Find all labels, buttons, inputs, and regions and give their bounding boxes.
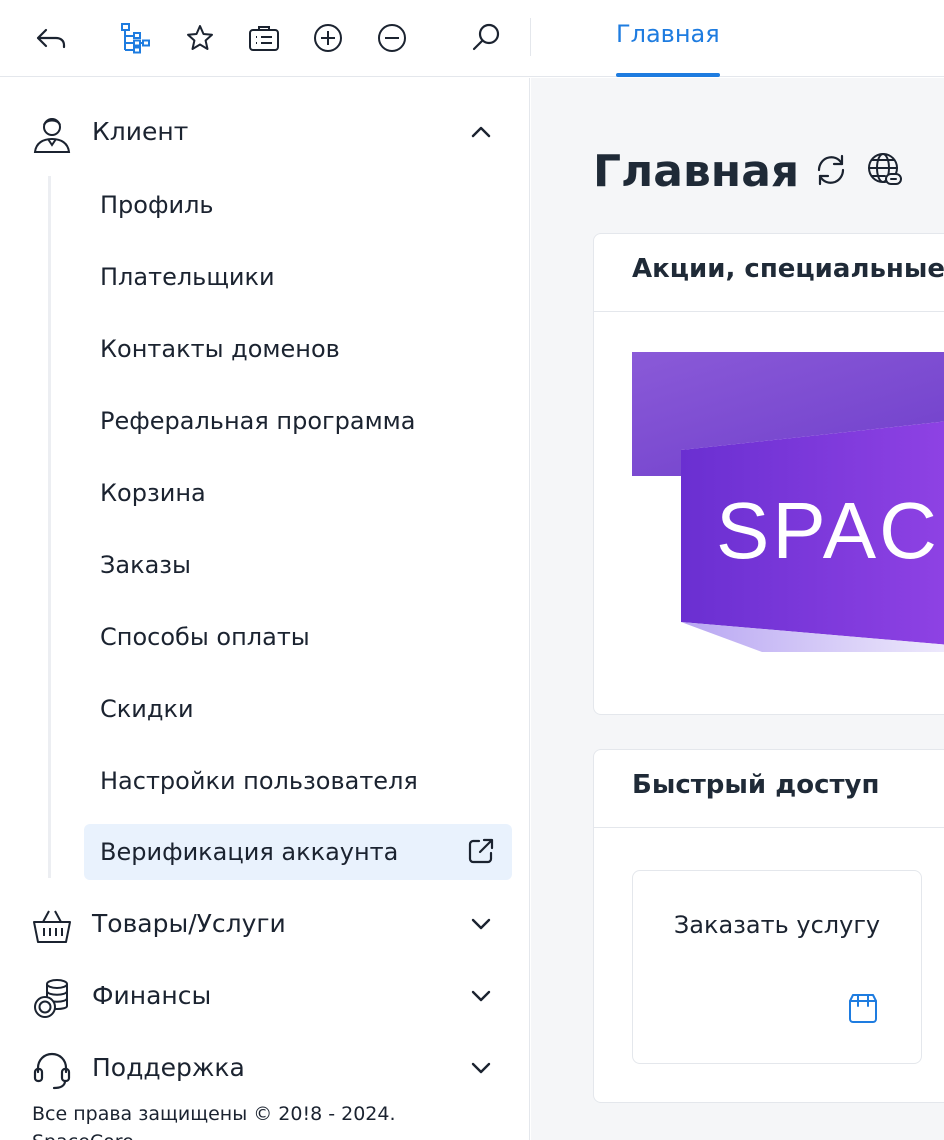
- sidebar-group-label: Товары/Услуги: [92, 909, 286, 938]
- sidebar-item-label: Верификация аккаунта: [100, 838, 399, 866]
- sidebar-item-domain-contacts[interactable]: Контакты доменов: [84, 321, 512, 377]
- sidebar-item-orders[interactable]: Заказы: [84, 537, 512, 593]
- external-link-icon: [468, 838, 494, 864]
- tree-guide-line: [48, 176, 51, 878]
- sidebar-item-profile[interactable]: Профиль: [84, 177, 512, 233]
- copyright-text: Все права защищены © 20!8 - 2024. SpaceC…: [32, 1100, 396, 1140]
- active-tab-indicator: [616, 73, 720, 77]
- top-toolbar: Главная: [0, 0, 944, 77]
- sidebar-group-support[interactable]: Поддержка: [0, 1040, 530, 1096]
- sidebar-item-label: Корзина: [100, 479, 206, 507]
- zoom-out-icon[interactable]: [373, 19, 411, 57]
- sidebar-item-label: Настройки пользователя: [100, 767, 418, 795]
- zoom-in-icon[interactable]: [309, 19, 347, 57]
- sidebar-group-finance[interactable]: Финансы: [0, 968, 530, 1024]
- main-content: Главная Акции, специальные предложения: [531, 78, 944, 1140]
- order-service-label: Заказать услугу: [673, 911, 881, 939]
- sidebar-item-label: Скидки: [100, 695, 194, 723]
- company-name: SpaceCore: [32, 1128, 396, 1140]
- cart-bag-icon: [849, 994, 877, 1023]
- copyright-line: Все права защищены © 20!8 - 2024.: [32, 1103, 396, 1125]
- chevron-up-icon[interactable]: [468, 119, 494, 145]
- sidebar-item-label: Способы оплаты: [100, 623, 310, 651]
- coins-icon: [34, 979, 68, 1018]
- sidebar-group-client[interactable]: Клиент: [0, 104, 530, 160]
- search-icon[interactable]: [467, 19, 505, 57]
- sidebar-item-label: Профиль: [100, 191, 214, 219]
- chevron-down-icon[interactable]: [468, 983, 494, 1009]
- back-arrow-icon[interactable]: [32, 19, 70, 57]
- sidebar-item-payers[interactable]: Плательщики: [84, 249, 512, 305]
- promo-banner-text: SPACE: [716, 486, 944, 575]
- briefcase-icon[interactable]: [245, 19, 283, 57]
- order-service-tile[interactable]: Заказать услугу: [632, 870, 922, 1064]
- page-title: Главная: [593, 146, 800, 197]
- user-icon: [33, 118, 71, 153]
- sidebar-group-label: Клиент: [92, 117, 189, 146]
- basket-icon: [33, 910, 71, 943]
- tab-home[interactable]: Главная: [616, 20, 720, 77]
- tab-home-label: Главная: [616, 20, 720, 48]
- sidebar-group-label: Поддержка: [92, 1053, 245, 1082]
- sidebar: Клиент Профиль Плательщики Контакты доме…: [0, 78, 530, 1140]
- headset-icon: [33, 1052, 71, 1090]
- sidebar-item-payment-methods[interactable]: Способы оплаты: [84, 609, 512, 665]
- toolbar-divider: [530, 18, 531, 56]
- sidebar-item-account-verification[interactable]: Верификация аккаунта: [84, 824, 512, 880]
- promo-card-title: Акции, специальные предложения: [632, 254, 944, 284]
- chevron-down-icon[interactable]: [468, 1055, 494, 1081]
- quick-access-title: Быстрый доступ: [632, 770, 880, 800]
- promo-card-header: Акции, специальные предложения: [594, 234, 944, 312]
- promo-banner[interactable]: SPACE: [632, 352, 944, 652]
- tree-structure-icon[interactable]: [116, 19, 154, 57]
- sidebar-group-label: Финансы: [92, 981, 212, 1010]
- refresh-icon[interactable]: [811, 150, 851, 190]
- sidebar-item-label: Реферальная программа: [100, 407, 416, 435]
- sidebar-item-cart[interactable]: Корзина: [84, 465, 512, 521]
- sidebar-item-referral-program[interactable]: Реферальная программа: [84, 393, 512, 449]
- sidebar-item-label: Контакты доменов: [100, 335, 340, 363]
- chevron-down-icon[interactable]: [468, 911, 494, 937]
- globe-link-icon[interactable]: [865, 150, 905, 190]
- promo-card: Акции, специальные предложения SPACE: [593, 233, 944, 715]
- star-icon[interactable]: [181, 19, 219, 57]
- sidebar-item-user-settings[interactable]: Настройки пользователя: [84, 753, 512, 809]
- sidebar-item-label: Заказы: [100, 551, 192, 579]
- quick-access-header: Быстрый доступ: [594, 750, 944, 828]
- quick-access-card: Быстрый доступ Заказать услугу: [593, 749, 944, 1103]
- sidebar-group-products-services[interactable]: Товары/Услуги: [0, 896, 530, 952]
- sidebar-item-discounts[interactable]: Скидки: [84, 681, 512, 737]
- sidebar-item-label: Плательщики: [100, 263, 275, 291]
